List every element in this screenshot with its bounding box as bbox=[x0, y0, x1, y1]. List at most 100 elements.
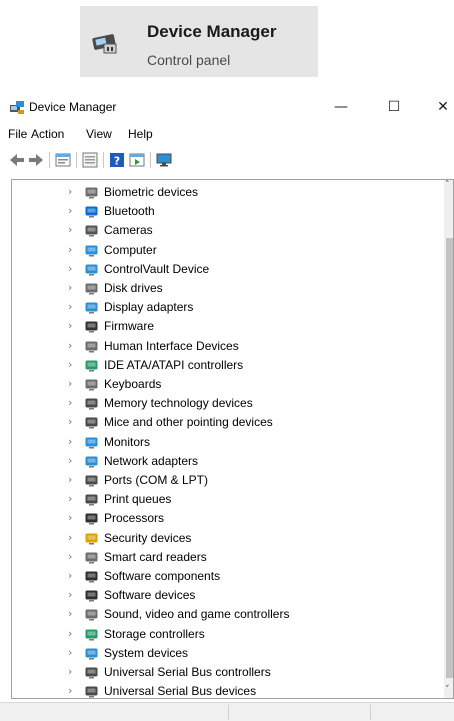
expand-chevron-icon[interactable]: › bbox=[68, 223, 72, 236]
tree-item-label: Sound, video and game controllers bbox=[104, 607, 290, 622]
expand-chevron-icon[interactable]: › bbox=[68, 185, 72, 198]
tree-item-label: Universal Serial Bus controllers bbox=[104, 665, 271, 679]
expand-chevron-icon[interactable]: › bbox=[68, 588, 72, 601]
network-adapter-icon bbox=[84, 454, 99, 469]
tree-item[interactable]: › Universal Serial Bus controllers bbox=[12, 663, 444, 682]
tree-item[interactable]: › Network adapters bbox=[12, 452, 444, 471]
expand-chevron-icon[interactable]: › bbox=[68, 243, 72, 256]
expand-chevron-icon[interactable]: › bbox=[68, 319, 72, 332]
expand-chevron-icon[interactable]: › bbox=[68, 511, 72, 524]
tree-item[interactable]: › Ports (COM & LPT) bbox=[12, 471, 444, 490]
tree-item-label: Firmware bbox=[104, 319, 154, 334]
tree-item[interactable]: › Storage controllers bbox=[12, 625, 444, 644]
expand-chevron-icon[interactable]: › bbox=[68, 550, 72, 563]
tree-item[interactable]: › Biometric devices bbox=[12, 183, 444, 202]
tree-item[interactable]: › Universal Serial Bus devices bbox=[12, 682, 444, 698]
expand-chevron-icon[interactable]: › bbox=[68, 569, 72, 582]
expand-chevron-icon[interactable]: › bbox=[68, 204, 72, 217]
tree-item[interactable]: › Print queues bbox=[12, 490, 444, 509]
window-title: Device Manager bbox=[29, 100, 117, 114]
expand-chevron-icon[interactable]: › bbox=[68, 396, 72, 409]
tree-item[interactable]: › Smart card readers bbox=[12, 548, 444, 567]
tree-item[interactable]: › Processors bbox=[12, 509, 444, 528]
expand-chevron-icon[interactable]: › bbox=[68, 454, 72, 467]
menu-view[interactable]: View bbox=[86, 127, 112, 141]
status-bar-divider bbox=[370, 705, 371, 720]
smart-card-icon bbox=[84, 550, 99, 565]
tree-item[interactable]: › Display adapters bbox=[12, 298, 444, 317]
scan-hardware-icon[interactable] bbox=[155, 151, 173, 169]
expand-chevron-icon[interactable]: › bbox=[68, 492, 72, 505]
run-icon[interactable] bbox=[128, 151, 146, 169]
expand-chevron-icon[interactable]: › bbox=[68, 435, 72, 448]
title-bar[interactable]: Device Manager — ☐ ✕ bbox=[0, 92, 454, 122]
tree-item[interactable]: › Sound, video and game controllers bbox=[12, 605, 444, 624]
scroll-thumb[interactable] bbox=[446, 238, 453, 678]
menu-file[interactable]: File bbox=[8, 127, 27, 141]
menu-help[interactable]: Help bbox=[128, 127, 153, 141]
tree-item[interactable]: › Cameras bbox=[12, 221, 444, 240]
tree-item-label: Bluetooth bbox=[104, 204, 155, 219]
show-hidden-icon[interactable] bbox=[81, 151, 99, 169]
tree-item[interactable]: › Disk drives bbox=[12, 279, 444, 298]
expand-chevron-icon[interactable]: › bbox=[68, 300, 72, 313]
scroll-down-arrow[interactable]: ˅ bbox=[445, 685, 450, 695]
printer-icon bbox=[84, 492, 99, 507]
tree-item[interactable]: › Software components bbox=[12, 567, 444, 586]
tree-item-label: Mice and other pointing devices bbox=[104, 415, 273, 430]
security-device-icon bbox=[84, 531, 99, 546]
ide-controller-icon bbox=[84, 358, 99, 373]
tree-item[interactable]: › Memory technology devices bbox=[12, 394, 444, 413]
tree-item[interactable]: › System devices bbox=[12, 644, 444, 663]
search-result-tile[interactable]: Device Manager Control panel bbox=[80, 6, 318, 77]
expand-chevron-icon[interactable]: › bbox=[68, 358, 72, 371]
properties-icon[interactable] bbox=[54, 151, 72, 169]
expand-chevron-icon[interactable]: › bbox=[68, 262, 72, 275]
camera-icon bbox=[84, 223, 99, 238]
tree-item-label: Processors bbox=[104, 511, 165, 526]
tree-item[interactable]: › IDE ATA/ATAPI controllers bbox=[12, 356, 444, 375]
tree-item-label: Print queues bbox=[104, 492, 172, 507]
tree-item[interactable]: › ControlVault Device bbox=[12, 260, 444, 279]
expand-chevron-icon[interactable]: › bbox=[68, 339, 72, 352]
menu-action[interactable]: Action bbox=[31, 127, 64, 141]
search-result-subtitle: Control panel bbox=[147, 52, 231, 68]
tree-item[interactable]: › Bluetooth bbox=[12, 202, 444, 221]
expand-chevron-icon[interactable]: › bbox=[68, 607, 72, 620]
controlvault-icon bbox=[84, 262, 99, 277]
tree-item[interactable]: › Software devices bbox=[12, 586, 444, 605]
expand-chevron-icon[interactable]: › bbox=[68, 665, 72, 678]
tree-item[interactable]: › Monitors bbox=[12, 433, 444, 452]
svg-text:?: ? bbox=[114, 155, 120, 168]
tree-item[interactable]: › Keyboards bbox=[12, 375, 444, 394]
minimize-button[interactable]: — bbox=[330, 97, 352, 117]
toolbar-separator bbox=[76, 152, 77, 168]
scroll-up-arrow[interactable]: ˄ bbox=[445, 180, 450, 190]
vertical-scrollbar[interactable]: ˄ ˅ bbox=[444, 180, 453, 698]
help-icon[interactable]: ? bbox=[108, 151, 126, 169]
maximize-button[interactable]: ☐ bbox=[383, 97, 405, 117]
tree-item[interactable]: › Firmware bbox=[12, 317, 444, 336]
close-button[interactable]: ✕ bbox=[432, 97, 454, 117]
tree-item[interactable]: › Human Interface Devices bbox=[12, 337, 444, 356]
expand-chevron-icon[interactable]: › bbox=[68, 646, 72, 659]
device-tree[interactable]: › Biometric devices › Bluetooth › Cameras › Com… bbox=[11, 179, 454, 699]
expand-chevron-icon[interactable]: › bbox=[68, 684, 72, 697]
expand-chevron-icon[interactable]: › bbox=[68, 531, 72, 544]
toolbar: ? bbox=[0, 149, 454, 171]
usb-icon bbox=[84, 665, 99, 680]
menu-bar: File Action View Help bbox=[0, 127, 454, 147]
tree-item[interactable]: › Computer bbox=[12, 241, 444, 260]
device-manager-icon bbox=[90, 26, 120, 56]
expand-chevron-icon[interactable]: › bbox=[68, 627, 72, 640]
expand-chevron-icon[interactable]: › bbox=[68, 473, 72, 486]
tree-item[interactable]: › Security devices bbox=[12, 529, 444, 548]
system-device-icon bbox=[84, 646, 99, 661]
tree-item-label: System devices bbox=[104, 645, 189, 660]
expand-chevron-icon[interactable]: › bbox=[68, 281, 72, 294]
expand-chevron-icon[interactable]: › bbox=[68, 377, 72, 390]
back-icon[interactable] bbox=[8, 151, 26, 169]
tree-item[interactable]: › Mice and other pointing devices bbox=[12, 413, 444, 432]
expand-chevron-icon[interactable]: › bbox=[68, 415, 72, 428]
forward-icon[interactable] bbox=[27, 151, 45, 169]
